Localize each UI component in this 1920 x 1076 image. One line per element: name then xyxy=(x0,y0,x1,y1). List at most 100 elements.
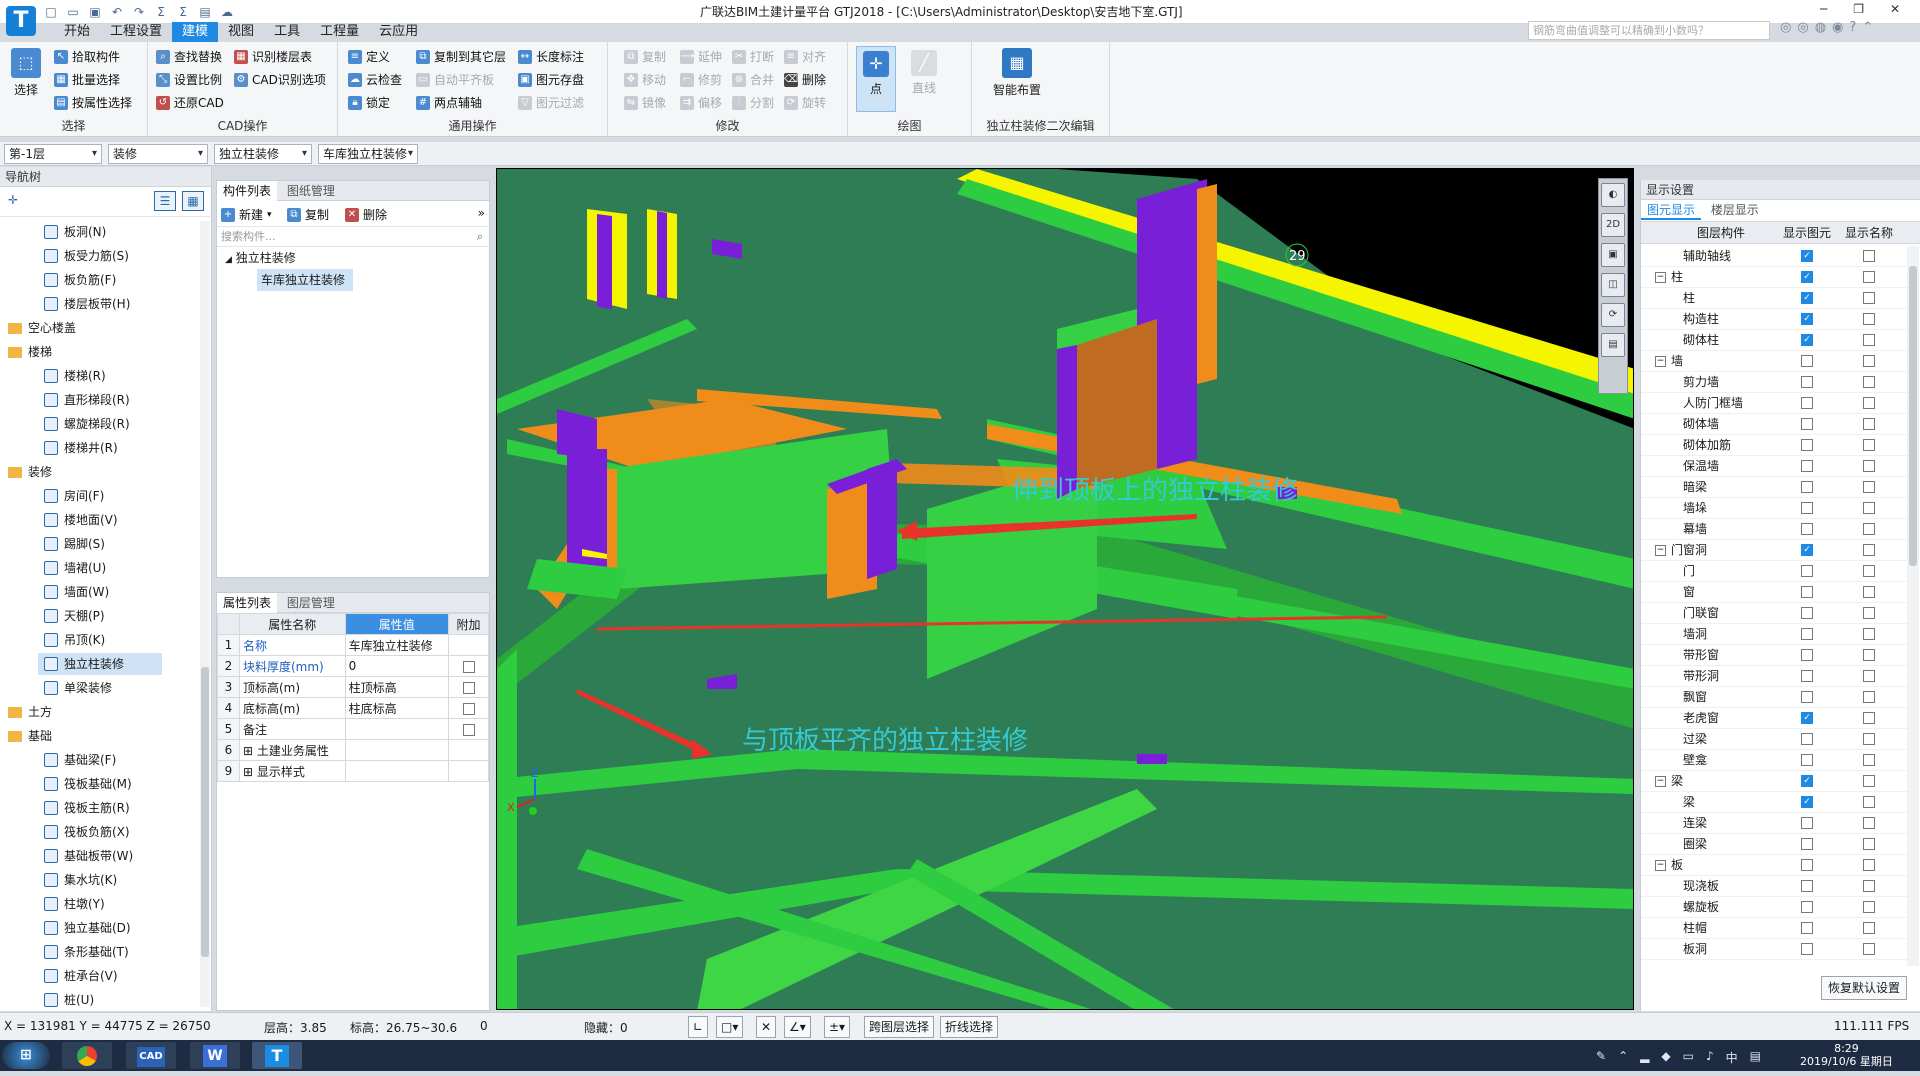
show-element-checkbox[interactable]: ✓ xyxy=(1801,796,1813,808)
undo-icon[interactable]: ↶ xyxy=(110,5,124,19)
new-icon[interactable]: □ xyxy=(44,5,58,19)
nav-item[interactable]: 房间(F) xyxy=(0,485,104,507)
show-name-checkbox[interactable] xyxy=(1863,838,1875,850)
save-icon[interactable]: ▣ xyxy=(88,5,102,19)
nav-item[interactable]: 基础梁(F) xyxy=(0,749,116,771)
set-scale-button[interactable]: ⤡ 设置比例 xyxy=(156,71,222,88)
snap-icon[interactable]: □▾ xyxy=(716,1016,744,1038)
tab-modeling[interactable]: 建模 xyxy=(172,22,219,42)
more-icon[interactable]: » xyxy=(478,206,485,220)
user-icon[interactable]: ◎ xyxy=(1797,20,1808,35)
nav-item[interactable]: 板洞(N) xyxy=(0,221,106,243)
show-element-checkbox[interactable]: ✓ xyxy=(1801,292,1813,304)
break-button[interactable]: ✂ 打断 xyxy=(732,48,774,65)
nav-scrollbar[interactable] xyxy=(200,221,210,1007)
property-row[interactable]: 2 块料厚度(mm) 0 xyxy=(217,655,489,677)
show-name-checkbox[interactable] xyxy=(1863,355,1875,367)
batch-select-button[interactable]: ▦ 批量选择 xyxy=(54,71,120,88)
show-name-checkbox[interactable] xyxy=(1863,292,1875,304)
property-row[interactable]: 3 顶标高(m) 柱顶标高 xyxy=(217,676,489,698)
show-element-checkbox[interactable] xyxy=(1801,670,1813,682)
nav-item[interactable]: 墙裙(U) xyxy=(0,557,106,579)
angle-icon[interactable]: ∠▾ xyxy=(784,1016,811,1038)
show-name-checkbox[interactable] xyxy=(1863,334,1875,346)
rotate-view-icon[interactable]: ⟳ xyxy=(1601,303,1625,327)
show-element-checkbox[interactable] xyxy=(1801,481,1813,493)
sum-icon[interactable]: Σ xyxy=(154,5,168,19)
identify-floor-table-button[interactable]: ▦ 识别楼层表 xyxy=(234,48,312,65)
show-name-checkbox[interactable] xyxy=(1863,880,1875,892)
nav-item[interactable]: 板受力筋(S) xyxy=(0,245,129,267)
show-element-checkbox[interactable] xyxy=(1801,355,1813,367)
merge-button[interactable]: ⊕ 合并 xyxy=(732,71,774,88)
property-value[interactable] xyxy=(344,760,450,782)
nav-item[interactable]: 楼地面(V) xyxy=(0,509,118,531)
3d-model-canvas[interactable]: 伸到顶板上的独立柱装修 与顶板平齐的独立柱装修 29 Z X xyxy=(497,169,1634,1010)
language-icon[interactable]: 中 xyxy=(1726,1049,1738,1066)
nav-item[interactable]: 直形梯段(R) xyxy=(0,389,130,411)
tab-property-list[interactable]: 属性列表 xyxy=(217,593,278,613)
show-element-checkbox[interactable] xyxy=(1801,859,1813,871)
show-element-checkbox[interactable] xyxy=(1801,523,1813,535)
show-name-checkbox[interactable] xyxy=(1863,922,1875,934)
collapse-icon[interactable]: − xyxy=(1655,776,1666,787)
nav-item[interactable]: 桩承台(V) xyxy=(0,965,118,987)
show-element-checkbox[interactable] xyxy=(1801,628,1813,640)
copy-component-button[interactable]: ⧉ 复制 xyxy=(287,206,329,223)
property-value[interactable]: 车库独立柱装修 xyxy=(344,634,450,656)
show-element-checkbox[interactable] xyxy=(1801,565,1813,577)
nav-folder[interactable]: 空心楼盖 xyxy=(0,317,76,339)
nav-item[interactable]: 筏板基础(M) xyxy=(0,773,132,795)
show-name-checkbox[interactable] xyxy=(1863,565,1875,577)
ortho-icon[interactable]: ∟ xyxy=(688,1016,709,1038)
collapse-icon[interactable]: − xyxy=(1655,356,1666,367)
tab-tools[interactable]: 工具 xyxy=(264,22,310,42)
tab-element-display[interactable]: 图元显示 xyxy=(1641,200,1702,220)
notification-icon[interactable]: ▤ xyxy=(1750,1049,1761,1066)
show-name-checkbox[interactable] xyxy=(1863,796,1875,808)
close-icon[interactable]: ✕ xyxy=(1890,2,1900,16)
nav-item[interactable]: 螺旋梯段(R) xyxy=(0,413,130,435)
expand-tray-icon[interactable]: ⌃ xyxy=(1618,1049,1628,1066)
tab-project-settings[interactable]: 工程设置 xyxy=(100,22,172,42)
two-point-axis-button[interactable]: # 两点辅轴 xyxy=(416,94,482,111)
checkbox[interactable] xyxy=(462,681,475,694)
minimize-icon[interactable]: ─ xyxy=(1820,2,1827,16)
clock[interactable]: 8:29 2019/10/6 星期日 xyxy=(1800,1042,1893,1068)
show-element-checkbox[interactable] xyxy=(1801,649,1813,661)
nav-item[interactable]: 独立基础(D) xyxy=(0,917,131,939)
find-replace-button[interactable]: ⌕ 查找替换 xyxy=(156,48,222,65)
nav-folder[interactable]: 装修 xyxy=(0,461,52,483)
report-icon[interactable]: ▤ xyxy=(198,5,212,19)
checkbox[interactable] xyxy=(462,660,475,673)
show-element-checkbox[interactable] xyxy=(1801,943,1813,955)
help-search-input[interactable]: 钢筋弯曲值调整可以精确到小数吗？ xyxy=(1528,21,1770,40)
lock-button[interactable]: 🔒︎ 锁定 xyxy=(348,94,390,111)
nav-item[interactable]: 柱墩(Y) xyxy=(0,893,105,915)
nav-item[interactable]: 楼层板带(H) xyxy=(0,293,130,315)
chrome-icon[interactable] xyxy=(62,1042,112,1069)
floor-select[interactable]: 第-1层 xyxy=(4,144,102,164)
grid-view-icon[interactable]: ▦ xyxy=(182,191,204,211)
nav-item[interactable]: 天棚(P) xyxy=(0,605,105,627)
select-group-title[interactable]: 选择 xyxy=(0,117,147,134)
point-draw-button[interactable]: ✛ 点 xyxy=(856,46,896,112)
property-value[interactable]: 0 xyxy=(344,655,450,677)
show-name-checkbox[interactable] xyxy=(1863,775,1875,787)
cloud-check-button[interactable]: ☁ 云检查 xyxy=(348,71,402,88)
cloud-icon[interactable]: ☁ xyxy=(220,5,234,19)
show-name-checkbox[interactable] xyxy=(1863,649,1875,661)
open-icon[interactable]: ▭ xyxy=(66,5,80,19)
nav-item[interactable]: 桩(U) xyxy=(0,989,94,1007)
expand-icon[interactable]: ⊞ xyxy=(243,765,257,779)
extend-button[interactable]: ⟶ 延伸 xyxy=(680,48,722,65)
property-row[interactable]: 4 底标高(m) 柱底标高 xyxy=(217,697,489,719)
cube-view-icon[interactable]: ◫ xyxy=(1601,273,1625,297)
nav-item[interactable]: 条形基础(T) xyxy=(0,941,129,963)
move-button[interactable]: ✥ 移动 xyxy=(624,71,666,88)
display-scroll-thumb[interactable] xyxy=(1909,266,1917,566)
show-name-checkbox[interactable] xyxy=(1863,481,1875,493)
property-value[interactable] xyxy=(344,718,450,740)
collapse-icon[interactable]: − xyxy=(1655,860,1666,871)
category-select[interactable]: 装修 xyxy=(108,144,208,164)
